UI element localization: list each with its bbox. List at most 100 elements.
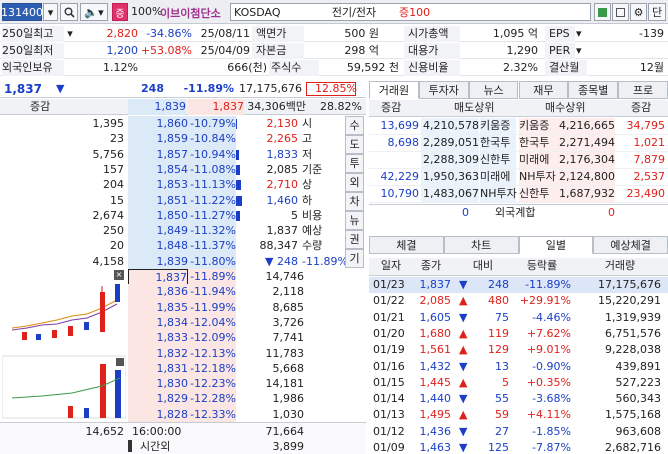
bid-price[interactable]: 1,832: [128, 345, 188, 362]
info-value: -139: [639, 27, 664, 40]
bid-price[interactable]: 1,828: [128, 406, 188, 423]
volume-bar: [236, 180, 241, 191]
daily-row[interactable]: 01/15 1,445 ▲ 5 +0.35% 527,223: [369, 375, 668, 391]
info-label: EPS: [545, 26, 575, 42]
broker-tab-4[interactable]: 종목별: [568, 81, 619, 99]
date-cell: 01/14: [373, 392, 405, 406]
buy-change: 2,537: [633, 170, 666, 183]
side-tab-5[interactable]: 뉴: [345, 211, 364, 230]
chevron-down-icon[interactable]: ▾: [64, 26, 76, 42]
ask-price[interactable]: 1,860: [128, 116, 188, 132]
sub-tab-3[interactable]: 예상체결: [593, 236, 668, 254]
ask-price[interactable]: 1,859: [128, 131, 188, 148]
code-dropdown-button[interactable]: ▾: [43, 3, 58, 21]
daily-row[interactable]: 01/20 1,680 ▲ 119 +7.62% 6,751,576: [369, 326, 668, 342]
ask-price[interactable]: 1,857: [128, 146, 188, 163]
side-tab-7[interactable]: 기: [345, 249, 364, 268]
daily-row[interactable]: 01/21 1,605 ▼ 75 -4.46% 1,319,939: [369, 310, 668, 326]
sub-tab-0[interactable]: 체결: [369, 236, 444, 254]
daily-row[interactable]: 01/22 2,085 ▲ 480 +29.91% 15,220,291: [369, 293, 668, 309]
bid-qty: 8,685: [272, 300, 305, 314]
reset-button[interactable]: 단: [648, 3, 666, 21]
ask-price[interactable]: 1,848: [128, 238, 188, 255]
daily-row[interactable]: 01/16 1,432 ▼ 13 -0.90% 439,891: [369, 359, 668, 375]
daily-row[interactable]: 01/09 1,463 ▼ 125 -7.87% 2,682,716: [369, 440, 668, 454]
search-icon: [64, 7, 75, 18]
sell-broker[interactable]: 한국투: [480, 135, 516, 151]
side-tab-1[interactable]: 도: [345, 135, 364, 154]
sub-tab-2[interactable]: 일별: [518, 236, 594, 254]
info-value: 12월: [639, 61, 664, 74]
volume-rate-badge: 12.85%: [306, 82, 357, 96]
search-button[interactable]: [60, 3, 78, 21]
broker-tab-2[interactable]: 뉴스: [468, 81, 519, 99]
close-icon[interactable]: [116, 358, 124, 366]
header-label: 증감: [30, 100, 51, 113]
broker-tab-5[interactable]: 프로: [618, 81, 668, 99]
bid-rate: -11.94%: [188, 284, 236, 301]
bid-price[interactable]: 1,830: [128, 376, 188, 393]
broker-tab-3[interactable]: 재무: [518, 81, 569, 99]
settings-button[interactable]: ⚙: [630, 3, 647, 21]
bid-price[interactable]: 1,829: [128, 391, 188, 408]
volume-bar: [236, 210, 240, 221]
bid-price[interactable]: 1,835: [128, 299, 188, 316]
ask-price[interactable]: 1,854: [128, 161, 188, 178]
buy-top-label: 매수상위: [545, 101, 586, 114]
rate-cell: +0.35%: [526, 375, 571, 389]
sell-broker[interactable]: 신한투: [480, 152, 516, 168]
buy-broker[interactable]: 신한투: [519, 186, 557, 202]
ask-price[interactable]: 1,839: [128, 253, 188, 270]
broker-tab-1[interactable]: 투자자: [418, 81, 469, 99]
ask-price[interactable]: 1,851: [128, 192, 188, 209]
chevron-down-icon[interactable]: ▾: [576, 26, 586, 42]
chevron-down-icon[interactable]: ▾: [576, 43, 586, 59]
bid-price[interactable]: 1,833: [128, 330, 188, 347]
daily-row[interactable]: 01/19 1,561 ▲ 129 +9.01% 9,228,038: [369, 342, 668, 358]
change-cell: 75: [495, 310, 509, 324]
side-tab-3[interactable]: 외: [345, 173, 364, 192]
bid-total: 71,664: [265, 425, 305, 438]
bid-price[interactable]: 1,831: [128, 360, 188, 377]
ask-row: 23 1,859 -10.84% 2,265 고: [0, 131, 366, 148]
sell-broker[interactable]: 미래에: [480, 169, 516, 185]
daily-row[interactable]: 01/12 1,436 ▼ 27 -1.85% 963,608: [369, 424, 668, 440]
buy-broker[interactable]: 키움증: [519, 118, 557, 134]
bid-qty: 11,783: [265, 346, 305, 360]
close-cell: 1,463: [419, 441, 452, 454]
bid-price[interactable]: 1,836: [128, 284, 188, 301]
buy-qty: 2,124,800: [557, 169, 615, 185]
chart-link-button[interactable]: [594, 3, 611, 21]
broker-tab-0[interactable]: 거래원: [369, 81, 419, 99]
sell-broker[interactable]: 키움증: [480, 118, 516, 134]
volume: 17,175,676: [239, 82, 302, 95]
buy-broker[interactable]: 미래에: [519, 152, 557, 168]
stock-code-input[interactable]: 131400: [1, 3, 43, 21]
bid-price[interactable]: 1,834: [128, 314, 188, 331]
ask-price[interactable]: 1,853: [128, 177, 188, 194]
side-tab-4[interactable]: 차: [345, 192, 364, 211]
ask-price[interactable]: 1,850: [128, 207, 188, 224]
sub-tab-1[interactable]: 차트: [443, 236, 519, 254]
ask-qty: 250: [103, 224, 124, 238]
daily-header-cell: 거래량: [604, 259, 636, 272]
buy-broker[interactable]: NH투자: [519, 169, 557, 185]
daily-row[interactable]: 01/23 1,837 ▼ 248 -11.89% 17,175,676: [369, 277, 668, 294]
sound-button[interactable]: 🔈▾: [80, 3, 108, 21]
close-icon[interactable]: ×: [114, 270, 124, 280]
daily-row[interactable]: 01/14 1,440 ▼ 55 -3.68% 560,343: [369, 391, 668, 407]
buy-broker[interactable]: 한국투: [519, 135, 557, 151]
bid-qty: 14,181: [265, 377, 305, 391]
volume-bar: [68, 406, 73, 418]
close-cell: 1,837: [419, 278, 452, 291]
side-tab-2[interactable]: 투: [345, 154, 364, 173]
side-tab-0[interactable]: 수: [345, 116, 364, 135]
bid-qty: 5,668: [272, 361, 305, 375]
daily-row[interactable]: 01/13 1,495 ▲ 59 +4.11% 1,575,168: [369, 407, 668, 423]
speaker-icon: 🔈▾: [84, 5, 104, 19]
grid-button[interactable]: [612, 3, 629, 21]
sell-broker[interactable]: NH투자: [480, 186, 517, 202]
ask-price[interactable]: 1,849: [128, 223, 188, 240]
side-tab-6[interactable]: 권: [345, 230, 364, 249]
bid-price[interactable]: 1,837: [128, 269, 188, 285]
